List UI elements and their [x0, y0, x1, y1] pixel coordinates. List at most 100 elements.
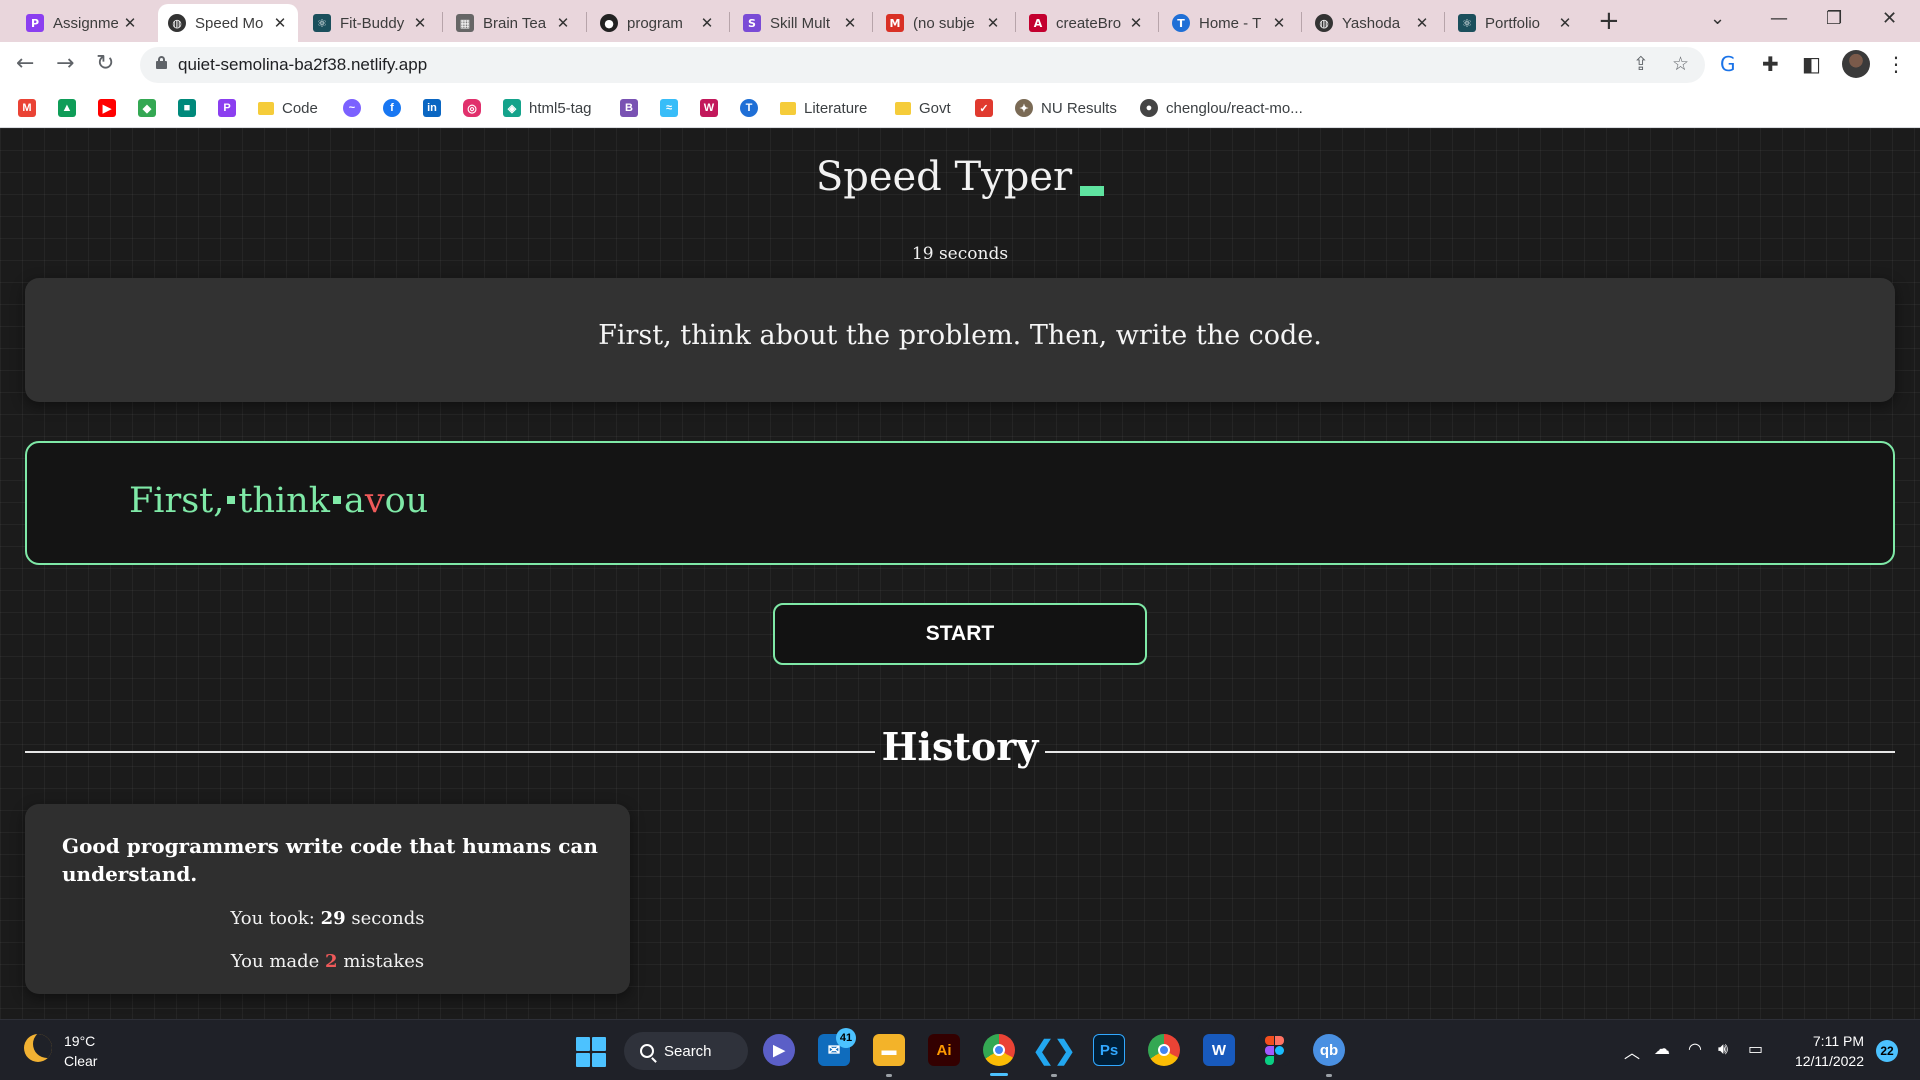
vscode-icon[interactable]: ❮❯: [1032, 1034, 1076, 1066]
weather-widget[interactable]: 19°C Clear: [64, 1031, 97, 1071]
close-icon[interactable]: ✕: [272, 14, 288, 32]
space-marker: [227, 496, 236, 504]
chrome-icon[interactable]: [983, 1034, 1015, 1066]
windows-start-icon[interactable]: [576, 1037, 606, 1067]
chevron-up-icon[interactable]: ︿: [1624, 1039, 1640, 1063]
close-icon[interactable]: ✕: [122, 14, 138, 32]
translate-icon[interactable]: G: [1720, 52, 1736, 76]
tab-separator: [1301, 12, 1302, 32]
url-text[interactable]: quiet-semolina-ba2f38.netlify.app: [178, 55, 427, 75]
t-icon: T: [740, 99, 758, 117]
tab-separator: [586, 12, 587, 32]
chrome-profile-icon[interactable]: [1148, 1034, 1180, 1066]
tab-skill[interactable]: S Skill Mult ✕: [733, 4, 868, 42]
typing-input[interactable]: First, think avou: [25, 441, 1895, 565]
figma-icon[interactable]: [1258, 1034, 1290, 1066]
bookmark-linkedin[interactable]: in: [423, 97, 441, 119]
bookmark-literature[interactable]: Literature: [780, 97, 867, 119]
typed-correct: ou: [384, 481, 429, 521]
close-icon[interactable]: ✕: [985, 14, 1001, 32]
bookmark-red-app[interactable]: ✓: [975, 97, 993, 119]
time-value: 29: [320, 908, 346, 929]
moon-icon[interactable]: [24, 1034, 52, 1062]
file-explorer-icon[interactable]: ▬: [873, 1034, 905, 1066]
close-icon[interactable]: ✕: [1128, 14, 1144, 32]
close-icon[interactable]: ✕: [1414, 14, 1430, 32]
react-icon: ⚛: [1458, 14, 1476, 32]
tab-github[interactable]: ● program ✕: [590, 4, 725, 42]
onedrive-icon[interactable]: ☁: [1654, 1039, 1670, 1058]
tab-home[interactable]: T Home - T ✕: [1162, 4, 1297, 42]
bookmark-youtube[interactable]: ▶: [98, 97, 116, 119]
teams-icon[interactable]: ▶: [763, 1034, 795, 1066]
qbittorrent-icon[interactable]: qb: [1313, 1034, 1345, 1066]
bookmark-nu-results[interactable]: ✦ NU Results: [1015, 97, 1117, 119]
notification-badge[interactable]: 22: [1876, 1040, 1898, 1062]
back-icon[interactable]: ←: [16, 51, 34, 76]
close-icon[interactable]: ✕: [412, 14, 428, 32]
tab-create-browser[interactable]: A createBro ✕: [1019, 4, 1154, 42]
bookmark-t[interactable]: T: [740, 97, 758, 119]
tab-assignment[interactable]: P Assignme ✕: [16, 4, 148, 42]
bookmark-meet[interactable]: ■: [178, 97, 196, 119]
tab-yashoda[interactable]: ◍ Yashoda ✕: [1305, 4, 1440, 42]
space-marker: [332, 496, 341, 504]
close-window-icon[interactable]: ✕: [1882, 8, 1897, 29]
facebook-icon: f: [383, 99, 401, 117]
bookmark-maps[interactable]: ◆: [138, 97, 156, 119]
side-panel-icon[interactable]: ◧: [1802, 52, 1821, 76]
bookmark-drive[interactable]: ▲: [58, 97, 76, 119]
drive-icon: ▲: [58, 99, 76, 117]
close-icon[interactable]: ✕: [555, 14, 571, 32]
extensions-icon[interactable]: ✚: [1762, 52, 1779, 76]
volume-icon[interactable]: 🔊︎: [1718, 1039, 1728, 1059]
bookmark-messenger[interactable]: ~: [343, 97, 361, 119]
bookmark-chenglou[interactable]: ● chenglou/react-mo...: [1140, 97, 1303, 119]
close-icon[interactable]: ✕: [1557, 14, 1573, 32]
profile-avatar[interactable]: [1842, 50, 1870, 78]
start-button[interactable]: START: [773, 603, 1147, 665]
close-icon[interactable]: ✕: [842, 14, 858, 32]
bookmark-govt[interactable]: Govt: [895, 97, 951, 119]
share-icon[interactable]: ⇪: [1633, 53, 1649, 75]
bookmark-p-app[interactable]: P: [218, 97, 236, 119]
taskbar-search[interactable]: Search: [624, 1032, 748, 1070]
mail-badge: 41: [836, 1028, 856, 1048]
tab-portfolio[interactable]: ⚛ Portfolio ✕: [1448, 4, 1583, 42]
close-icon[interactable]: ✕: [699, 14, 715, 32]
bookmark-tailwind[interactable]: ≈: [660, 97, 678, 119]
close-icon[interactable]: ✕: [1271, 14, 1287, 32]
new-tab-button[interactable]: +: [1598, 6, 1620, 36]
tab-speed-typer[interactable]: ◍ Speed Mo ✕: [158, 4, 298, 42]
forward-icon[interactable]: →: [56, 51, 74, 76]
lock-icon[interactable]: [156, 56, 167, 69]
history-mistakes: You made 2 mistakes: [230, 951, 425, 972]
illustrator-icon[interactable]: Ai: [928, 1034, 960, 1066]
tab-search-icon[interactable]: ⌄: [1710, 8, 1725, 29]
tab-gmail[interactable]: M (no subje ✕: [876, 4, 1011, 42]
tab-fit-buddy[interactable]: ⚛ Fit-Buddy ✕: [303, 4, 438, 42]
wifi-icon[interactable]: ◠: [1688, 1039, 1702, 1058]
history-time: You took: 29 seconds: [230, 908, 425, 929]
bookmark-instagram[interactable]: ◎: [463, 97, 481, 119]
star-icon[interactable]: ☆: [1672, 53, 1689, 75]
minimize-icon[interactable]: —: [1770, 8, 1788, 29]
address-bar[interactable]: quiet-semolina-ba2f38.netlify.app ⇪ ☆: [140, 47, 1705, 83]
typed-mistake: v: [364, 481, 385, 521]
battery-icon[interactable]: ▭: [1748, 1039, 1763, 1058]
clock[interactable]: 7:11 PM 12/11/2022: [1784, 1031, 1864, 1071]
more-menu-icon[interactable]: ⋮: [1886, 52, 1906, 76]
reload-icon[interactable]: ↻: [96, 51, 114, 76]
restore-icon[interactable]: ❐: [1826, 8, 1842, 29]
bookmark-facebook[interactable]: f: [383, 97, 401, 119]
taskbar: 19°C Clear Search ▶ ✉ 41 ▬ Ai ❮❯ Ps W qb…: [0, 1019, 1920, 1080]
photoshop-icon[interactable]: Ps: [1093, 1034, 1125, 1066]
bookmark-w[interactable]: W: [700, 97, 718, 119]
bookmark-code[interactable]: Code: [258, 97, 318, 119]
youtube-icon: ▶: [98, 99, 116, 117]
bookmark-html5-tag[interactable]: ◈ html5-tag: [503, 97, 592, 119]
word-icon[interactable]: W: [1203, 1034, 1235, 1066]
bookmark-bootstrap[interactable]: B: [620, 97, 638, 119]
tab-brain-teaser[interactable]: ▦ Brain Tea ✕: [446, 4, 581, 42]
bookmark-gmail[interactable]: M: [18, 97, 36, 119]
